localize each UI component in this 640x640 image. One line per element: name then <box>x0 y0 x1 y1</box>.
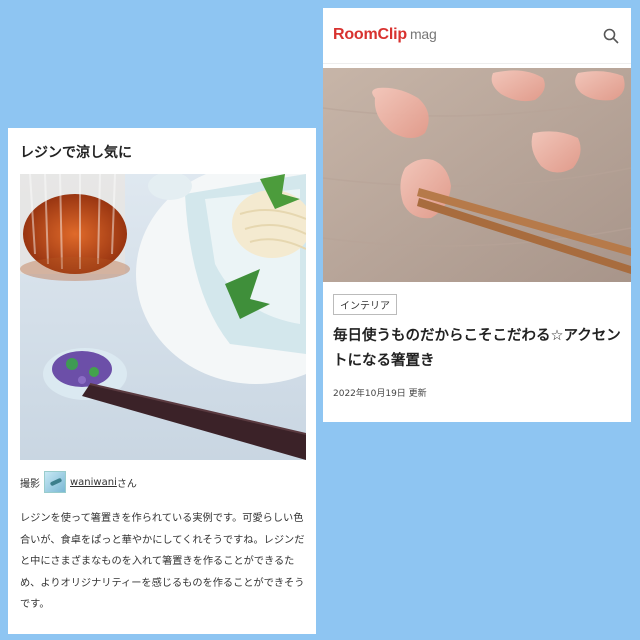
site-header: RoomClip mag <box>323 8 631 64</box>
roomclip-logo[interactable]: RoomClip mag <box>333 26 437 44</box>
article-section-card: レジンで涼し気に 撮影 waniwani さん レジンを使って箸置きを作られてい… <box>8 128 316 634</box>
article-cover-card[interactable]: RoomClip mag インテリア 毎日使うものだからこそこだわる☆アクセント… <box>323 8 631 422</box>
resin-chopstick-rest-photo[interactable] <box>20 174 306 460</box>
username-link[interactable]: waniwani <box>70 477 117 488</box>
logo-main: RoomClip <box>333 26 407 43</box>
sakura-chopstick-rest-photo[interactable] <box>323 68 631 282</box>
photo-illustration <box>323 68 631 282</box>
credit-suffix: さん <box>116 478 137 490</box>
article-title[interactable]: 毎日使うものだからこそこだわる☆アクセントになる箸置き <box>333 324 623 374</box>
avatar[interactable] <box>44 471 66 493</box>
category-tag[interactable]: インテリア <box>333 294 397 315</box>
article-body: レジンを使って箸置きを作られている実例です。可愛らしい色合いが、食卓をぱっと華や… <box>20 513 305 610</box>
photo-credit: 撮影 waniwani さん <box>20 471 137 493</box>
logo-sub: mag <box>409 26 437 42</box>
credit-prefix: 撮影 <box>20 478 40 490</box>
search-icon[interactable] <box>603 28 619 44</box>
photo-illustration <box>20 174 306 460</box>
updated-date: 2022年10月19日 更新 <box>333 389 427 399</box>
section-heading: レジンで涼し気に <box>20 145 132 161</box>
